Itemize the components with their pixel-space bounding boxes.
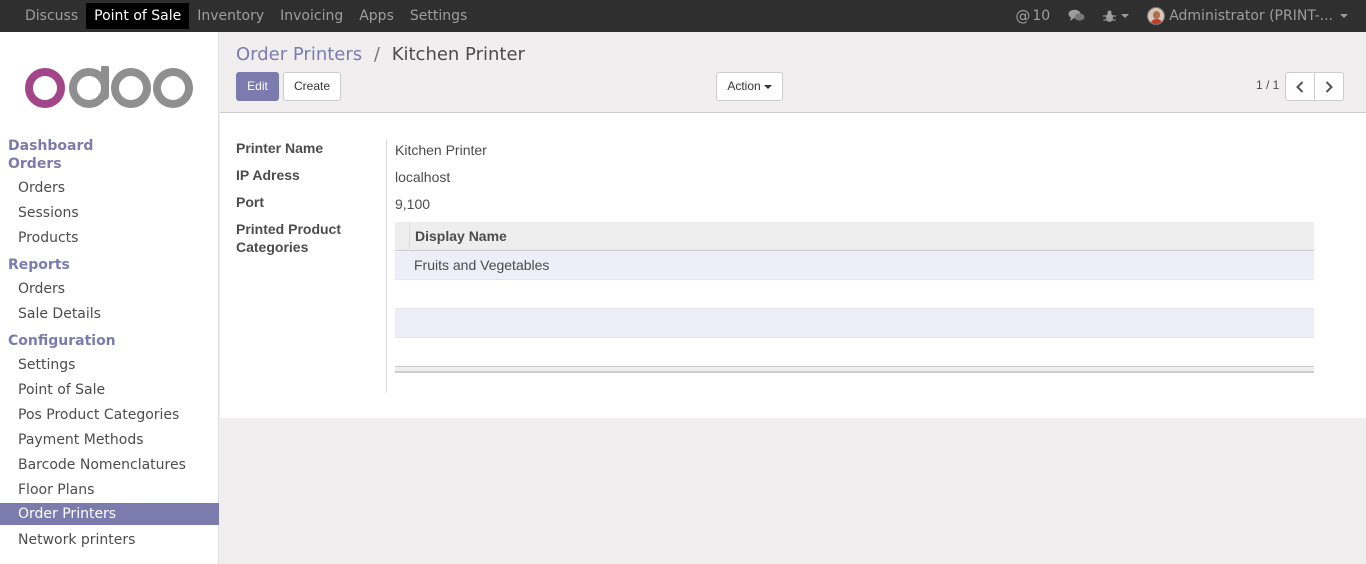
pager-value[interactable]: 1 / 1 [1256,78,1279,92]
avatar [1147,7,1166,25]
sidebar-menu: Dashboard Orders Orders Sessions Product… [0,137,219,553]
sidebar-item-sessions[interactable]: Sessions [0,201,219,226]
app-invoicing[interactable]: Invoicing [272,3,351,29]
table-footer [395,366,1314,373]
sidebar: Dashboard Orders Orders Sessions Product… [0,32,219,564]
menu-section-orders: Orders [8,156,62,172]
app-point-of-sale[interactable]: Point of Sale [86,3,190,29]
app-menu: Discuss Point of Sale Inventory Invoicin… [0,0,475,32]
sidebar-item-order-printers[interactable]: Order Printers [0,503,219,525]
messages-button[interactable] [1059,9,1094,23]
at-icon: @ [1015,7,1031,25]
edit-button[interactable]: Edit [236,72,279,101]
table-header: Display Name [395,222,1314,251]
printed-categories-label-line2: Categories [236,239,309,255]
mentions-count: 10 [1032,8,1051,24]
breadcrumb-current: Kitchen Printer [391,44,525,65]
column-display-name[interactable]: Display Name [415,228,507,244]
label-divider [386,139,387,393]
create-button[interactable]: Create [283,72,341,101]
action-label: Action [727,79,761,93]
bug-icon [1103,10,1117,22]
sidebar-item-floor-plans[interactable]: Floor Plans [0,478,219,503]
printer-name-label: Printer Name [236,140,324,156]
printed-categories-label: Printed Product Categories [236,221,341,255]
action-dropdown[interactable]: Action [716,72,783,101]
odoo-logo [25,66,193,108]
menu-section-dashboard[interactable]: Dashboard [0,137,219,155]
printer-name-value: Kitchen Printer [395,142,487,158]
sidebar-item-barcode-nomenclatures[interactable]: Barcode Nomenclatures [0,453,219,478]
chat-bubbles-icon [1068,9,1085,21]
menu-section-configuration: Configuration [8,333,116,349]
breadcrumb-order-printers[interactable]: Order Printers [236,44,362,65]
top-navbar: Discuss Point of Sale Inventory Invoicin… [0,0,1366,32]
systray: @ 10 Administrator (PRINT-... [1006,0,1366,32]
breadcrumb: Order Printers / Kitchen Printer [236,44,525,65]
sidebar-item-settings[interactable]: Settings [0,353,219,378]
sidebar-item-products[interactable]: Products [0,226,219,251]
ip-address-value: localhost [395,169,451,185]
pager-previous-button[interactable] [1285,72,1315,101]
chevron-down-icon [763,84,772,89]
printed-categories-label-line1: Printed Product [236,221,342,237]
ip-address-label: IP Adress [236,167,300,183]
sidebar-item-sale-details[interactable]: Sale Details [0,302,219,327]
table-row-empty [395,280,1314,309]
sidebar-item-orders[interactable]: Orders [0,176,219,201]
debug-button[interactable] [1094,10,1138,23]
table-row-empty [395,309,1314,338]
port-value: 9,100 [395,196,431,212]
sidebar-item-point-of-sale[interactable]: Point of Sale [0,378,219,403]
port-label: Port [236,194,264,210]
categories-table: Display Name Fruits and Vegetables [395,222,1314,373]
cell-display-name: Fruits and Vegetables [414,257,550,273]
app-apps[interactable]: Apps [351,3,402,29]
pager-next-button[interactable] [1314,72,1344,101]
sidebar-item-report-orders[interactable]: Orders [0,277,219,302]
app-inventory[interactable]: Inventory [189,3,272,29]
menu-section-reports: Reports [8,257,70,273]
sidebar-item-payment-methods[interactable]: Payment Methods [0,428,219,453]
chevron-right-icon [1325,80,1333,93]
user-menu[interactable]: Administrator (PRINT-... [1138,7,1366,25]
row-handle [395,222,410,251]
app-settings[interactable]: Settings [402,3,475,29]
chevron-left-icon [1296,80,1304,93]
table-row[interactable]: Fruits and Vegetables [395,251,1314,280]
control-panel: Order Printers / Kitchen Printer Edit Cr… [220,32,1366,113]
breadcrumb-separator: / [373,44,380,65]
app-discuss[interactable]: Discuss [17,3,86,29]
sidebar-item-network-printers[interactable]: Network printers [0,528,219,553]
user-name: Administrator (PRINT-... [1169,8,1333,24]
chevron-down-icon [1340,14,1348,18]
form-sheet: Printer Name IP Adress Port Printed Prod… [220,113,1366,418]
mentions-button[interactable]: @ 10 [1006,7,1059,25]
chevron-down-icon [1121,14,1130,18]
sidebar-item-pos-product-categories[interactable]: Pos Product Categories [0,403,219,428]
